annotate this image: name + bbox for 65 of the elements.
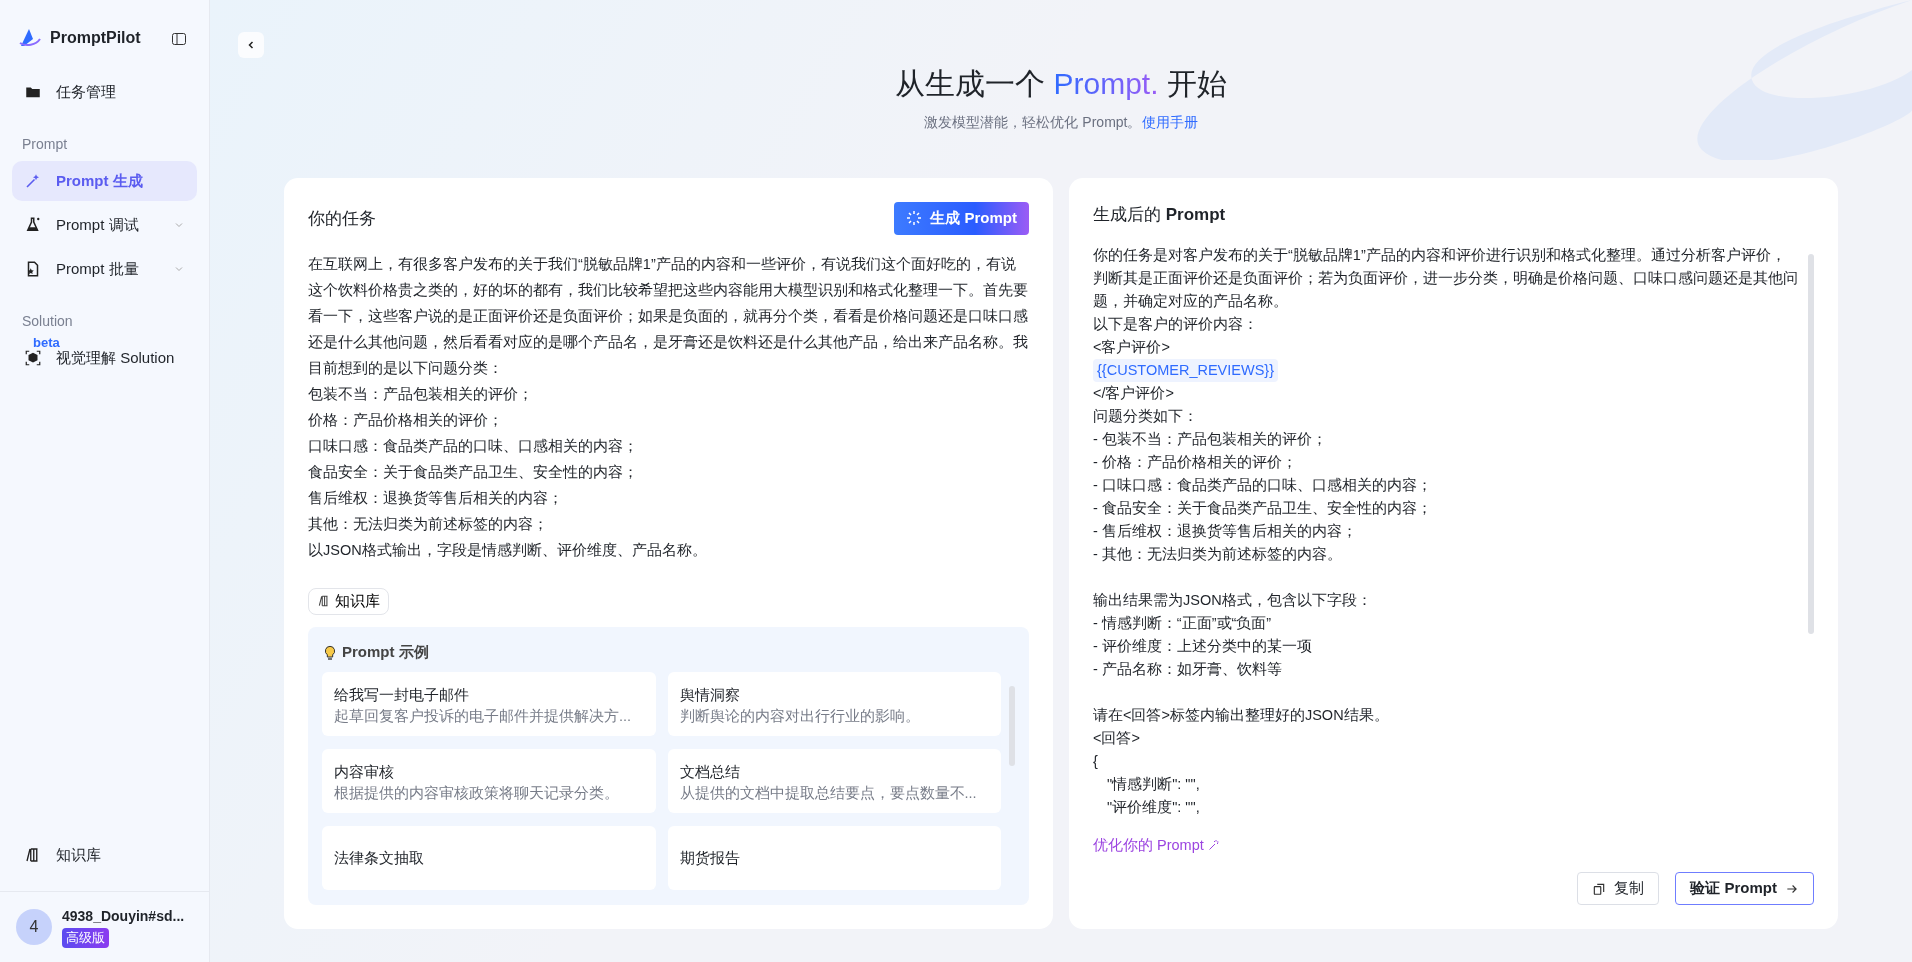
prompt-text: - 包装不当：产品包装相关的评价；	[1093, 429, 1328, 449]
example-card[interactable]: 文档总结 从提供的文档中提取总结要点，要点数量不...	[667, 748, 1001, 813]
prompt-text: 问题分类如下：	[1093, 406, 1199, 426]
cube-icon	[24, 349, 42, 367]
prompt-text: - 其他：无法归类为前述标签的内容。	[1093, 544, 1343, 564]
books-icon	[317, 594, 331, 609]
prompt-text: - 口味口感：食品类产品的口味、口感相关的内容；	[1093, 475, 1433, 495]
task-text: 食品安全：关于食品类产品卫生、安全性的内容；	[308, 462, 639, 482]
sidebar-item[interactable]: Prompt 生成	[12, 161, 197, 201]
template-variable: {{CUSTOMER_REVIEWS}}	[1093, 358, 1279, 382]
generate-button[interactable]: 生成 Prompt	[894, 202, 1029, 235]
copy-icon	[1592, 881, 1607, 896]
prompt-text: "评价维度": "",	[1106, 797, 1201, 817]
prompt-text: </客户评价>	[1093, 383, 1175, 403]
prompt-text: <客户评价>	[1093, 337, 1171, 357]
sidebar-item[interactable]: Prompt 批量	[12, 249, 197, 289]
task-text: 口味口感：食品类产品的口味、口感相关的内容；	[308, 436, 639, 456]
sidebar-item[interactable]: 任务管理	[12, 72, 197, 112]
example-card[interactable]: 期货报告	[667, 825, 1001, 890]
magic-wand-icon	[1207, 839, 1220, 852]
manual-link[interactable]: 使用手册	[1141, 114, 1198, 130]
copy-button[interactable]: 复制	[1577, 872, 1660, 905]
user-name: 4938_Douyin#sd...	[62, 907, 185, 926]
sidebar-item[interactable]: 知识库	[12, 835, 197, 875]
section-label: Solution	[21, 312, 74, 331]
card-title: 生成后的 Prompt	[1093, 204, 1227, 226]
knowledge-base-chip[interactable]: 知识库	[308, 587, 389, 616]
example-card[interactable]: 给我写一封电子邮件 起草回复客户投诉的电子邮件并提供解决方...	[322, 671, 656, 736]
sidebar-item[interactable]: Prompt 调试	[12, 205, 197, 245]
flask-icon	[24, 216, 42, 234]
section-label: Prompt	[21, 135, 69, 154]
prompt-text: "情感判断": "",	[1106, 774, 1201, 794]
example-card[interactable]: 法律条文抽取	[322, 825, 656, 890]
card-title: 你的任务	[308, 207, 376, 230]
prompt-text: - 售后维权：退换货等售后相关的内容；	[1093, 521, 1358, 541]
task-text: 其他：无法归类为前述标签的内容；	[308, 514, 549, 534]
prompt-text: 输出结果需为JSON格式，包含以下字段：	[1093, 590, 1373, 610]
sparkle-icon	[906, 210, 923, 227]
prompt-text: - 评价维度：上述分类中的某一项	[1093, 636, 1313, 656]
prompt-text: <回答>	[1093, 728, 1141, 748]
example-card[interactable]: 内容审核 根据提供的内容审核政策将聊天记录分类。	[322, 748, 656, 813]
optimize-link[interactable]: 优化你的 Prompt	[1093, 834, 1220, 857]
prompt-text: - 食品安全：关于食品类产品卫生、安全性的内容；	[1093, 498, 1433, 518]
examples-title: Prompt 示例	[342, 642, 429, 663]
chevron-left-icon	[246, 40, 256, 50]
user-avatar: 4	[16, 909, 52, 945]
plan-badge: 高级版	[62, 928, 109, 948]
prompt-text: {	[1093, 751, 1099, 771]
task-text: 售后维权：退换货等售后相关的内容；	[308, 488, 564, 508]
task-text: 价格：产品价格相关的评价；	[308, 410, 504, 430]
lightbulb-icon	[322, 643, 338, 662]
prompt-text: 你的任务是对客户发布的关于“脱敏品牌1”产品的内容和评价进行识别和格式化整理。通过分析客户评价，判断其是正面评价还是负面评价；若为负面评价，进一步分类，明确是价格问题、口味口感问题还是其他问题，并确定对应的产品名称。	[1093, 245, 1799, 311]
task-text: 以JSON格式输出，字段是情感判断、评价维度、产品名称。	[308, 540, 708, 560]
prompt-text: - 产品名称：如牙膏、饮料等	[1093, 659, 1283, 679]
verify-button[interactable]: 验证 Prompt	[1675, 872, 1814, 905]
brand-name: PromptPilot	[50, 28, 141, 48]
prompt-text: - 情感判断：“正面”或“负面”	[1093, 613, 1273, 633]
prompt-text: - 价格：产品价格相关的评价；	[1093, 452, 1298, 472]
sidebar-icon	[171, 30, 187, 47]
example-card[interactable]: 舆情洞察 判断舆论的内容对出行行业的影响。	[667, 671, 1001, 736]
task-text: 在互联网上，有很多客户发布的关于我们“脱敏品牌1”产品的内容和一些评价，有说我们这个面好吃的，有说这个饮料价格贵之类的，好的坏的都有，我们比较希望把这些内容能用大模型识别和格式化整理一下。首先要看一下，这些客户说的是正面评价还是负面评价；如果是负面的，就再分个类，看看是价格问题还是口味口感还是什么其他问题，然后看看对应的是哪个产品名，是牙膏还是饮料还是什么其他产品，给出来产品名称。我目前想到的是以下问题分类：	[308, 254, 1029, 378]
page-title: 从生成一个 Prompt. 开始	[894, 66, 1228, 102]
prompt-text: 以下是客户的评价内容：	[1093, 314, 1259, 334]
task-text: 包装不当：产品包装相关的评价；	[308, 384, 534, 404]
prompt-text: 请在<回答>标签内输出整理好的JSON结果。	[1093, 705, 1390, 725]
